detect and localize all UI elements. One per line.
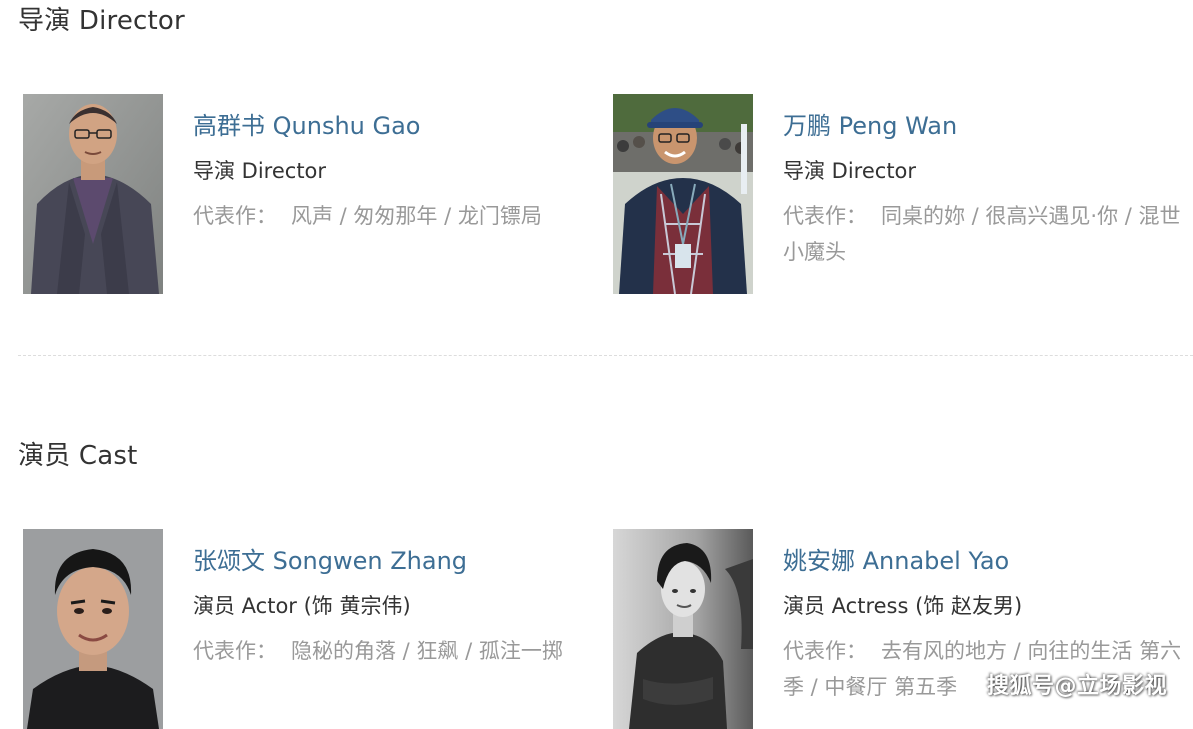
director-role: 导演 Director — [783, 159, 917, 183]
cast-role: 演员 Actress (饰 赵友男) — [783, 594, 1023, 618]
works-list: 风声 / 匆匆那年 / 龙门镖局 — [291, 204, 542, 228]
director-card-peng-wan: 万鹏 Peng Wan 导演 Director 代表作： 同桌的妳 / 很高兴遇见… — [613, 94, 1183, 294]
cast-role: 演员 Actor (饰 黄宗伟) — [193, 594, 411, 618]
works-prefix: 代表作： — [783, 639, 867, 663]
director-works: 代表作： 风声 / 匆匆那年 / 龙门镖局 — [193, 198, 593, 234]
section-divider — [18, 355, 1193, 356]
cast-photo-songwen-zhang[interactable] — [23, 529, 163, 729]
director-card-qunshu-gao: 高群书 Qunshu Gao 导演 Director 代表作： 风声 / 匆匆那年… — [23, 94, 593, 294]
director-info: 万鹏 Peng Wan 导演 Director 代表作： 同桌的妳 / 很高兴遇见… — [783, 108, 1183, 270]
director-photo-qunshu-gao[interactable] — [23, 94, 163, 294]
director-works: 代表作： 同桌的妳 / 很高兴遇见·你 / 混世小魔头 — [783, 198, 1183, 270]
director-info: 高群书 Qunshu Gao 导演 Director 代表作： 风声 / 匆匆那年… — [193, 108, 593, 234]
cast-name-link[interactable]: 姚安娜 Annabel Yao — [783, 543, 1183, 579]
director-name-link[interactable]: 万鹏 Peng Wan — [783, 108, 1183, 144]
cast-name-link[interactable]: 张颂文 Songwen Zhang — [193, 543, 593, 579]
works-prefix: 代表作： — [193, 204, 277, 228]
cast-photo-annabel-yao[interactable] — [613, 529, 753, 729]
directors-section-title: 导演 Director — [18, 6, 185, 36]
director-name-link[interactable]: 高群书 Qunshu Gao — [193, 108, 593, 144]
cast-works: 代表作： 隐秘的角落 / 狂飙 / 孤注一掷 — [193, 633, 593, 669]
works-prefix: 代表作： — [783, 204, 867, 228]
cast-card-songwen-zhang: 张颂文 Songwen Zhang 演员 Actor (饰 黄宗伟) 代表作： 隐… — [23, 529, 593, 729]
cast-info: 张颂文 Songwen Zhang 演员 Actor (饰 黄宗伟) 代表作： 隐… — [193, 543, 593, 669]
director-photo-peng-wan[interactable] — [613, 94, 753, 294]
works-list: 隐秘的角落 / 狂飙 / 孤注一掷 — [291, 639, 563, 663]
cast-section-title: 演员 Cast — [18, 441, 138, 471]
works-prefix: 代表作： — [193, 639, 277, 663]
director-role: 导演 Director — [193, 159, 327, 183]
watermark-text: 搜狐号@立场影视 — [986, 674, 1167, 699]
